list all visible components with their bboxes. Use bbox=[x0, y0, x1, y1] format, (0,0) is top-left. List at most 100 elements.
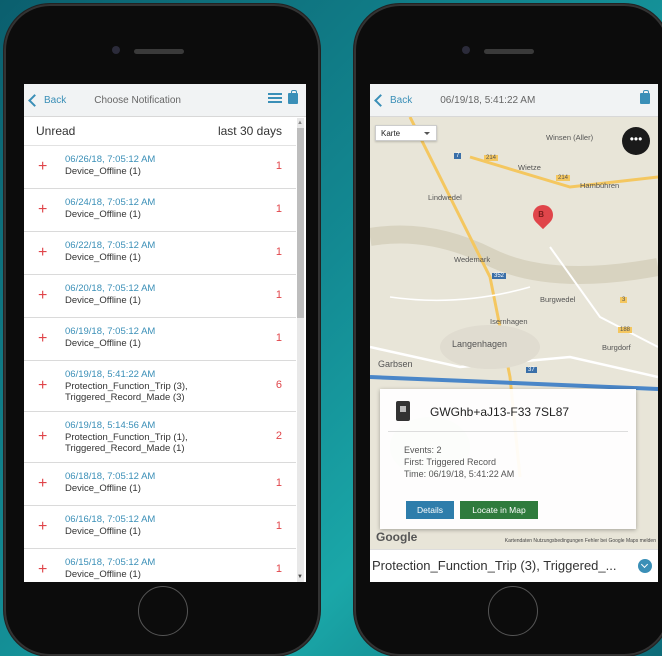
notification-row[interactable]: +06/26/18, 7:05:12 AM Device_Offline (1) 1 bbox=[24, 146, 296, 189]
notification-row[interactable]: +06/20/18, 7:05:12 AM Device_Offline (1) 1 bbox=[24, 275, 296, 318]
map-type-select[interactable]: Karte bbox=[375, 125, 437, 141]
notification-row[interactable]: +06/19/18, 5:14:56 AM Protection_Function… bbox=[24, 412, 296, 463]
road-badge: 188 bbox=[618, 327, 633, 333]
filter-icon[interactable] bbox=[268, 92, 282, 104]
map-label: Burgdorf bbox=[602, 343, 631, 352]
map-view[interactable]: Winsen (Aller) Wietze Hambühren Lindwede… bbox=[370, 117, 658, 582]
event-summary-bar[interactable]: Protection_Function_Trip (3), Triggered_… bbox=[370, 549, 658, 582]
notification-count: 1 bbox=[275, 332, 282, 344]
plus-icon[interactable]: + bbox=[38, 378, 47, 394]
notification-row[interactable]: +06/22/18, 7:05:12 AM Device_Offline (1) 1 bbox=[24, 232, 296, 275]
notification-date: 06/19/18, 5:14:56 AM bbox=[65, 420, 156, 431]
notification-row[interactable]: +06/18/18, 7:05:12 AM Device_Offline (1) 1 bbox=[24, 463, 296, 506]
back-button[interactable]: Back bbox=[374, 93, 413, 107]
map-label: Garbsen bbox=[378, 359, 413, 369]
expand-chevron-icon[interactable] bbox=[638, 559, 652, 573]
nav-bar: Back Choose Notification bbox=[24, 84, 306, 117]
plus-icon[interactable]: + bbox=[38, 331, 47, 347]
notification-date: 06/26/18, 7:05:12 AM bbox=[65, 154, 156, 165]
road-badge: 214 bbox=[484, 155, 499, 161]
notification-date: 06/19/18, 7:05:12 AM bbox=[65, 326, 156, 337]
scroll-down-arrow-icon[interactable]: ▼ bbox=[297, 574, 303, 580]
notification-description: Device_Offline (1) bbox=[65, 252, 141, 263]
scrollbar[interactable] bbox=[297, 118, 304, 582]
notification-date: 06/22/18, 7:05:12 AM bbox=[65, 240, 156, 251]
notification-date: 06/24/18, 7:05:12 AM bbox=[65, 197, 156, 208]
plus-icon[interactable]: + bbox=[38, 476, 47, 492]
right-phone: Back 06/19/18, 5:41:22 AM Winsen (Aller) bbox=[354, 4, 662, 656]
nav-bar: Back 06/19/18, 5:41:22 AM bbox=[370, 84, 658, 117]
events-text: Events: 2 bbox=[404, 445, 442, 455]
home-button[interactable] bbox=[138, 586, 188, 636]
bag-icon[interactable] bbox=[640, 90, 650, 104]
notification-count: 1 bbox=[275, 289, 282, 301]
notification-description: Protection_Function_Trip (3), Triggered_… bbox=[65, 381, 188, 403]
home-button[interactable] bbox=[488, 586, 538, 636]
speaker-icon bbox=[134, 49, 184, 54]
notification-count: 6 bbox=[275, 379, 282, 391]
notification-row[interactable]: +06/16/18, 7:05:12 AM Device_Offline (1) 1 bbox=[24, 506, 296, 549]
page-title: 06/19/18, 5:41:22 AM bbox=[440, 94, 536, 106]
map-label: Lindwedel bbox=[428, 193, 462, 202]
map-label: Wietze bbox=[518, 163, 541, 172]
speaker-icon bbox=[484, 49, 534, 54]
first-event-text: First: Triggered Record bbox=[404, 457, 497, 467]
plus-icon[interactable]: + bbox=[38, 429, 47, 445]
notification-description: Device_Offline (1) bbox=[65, 166, 141, 177]
plus-icon[interactable]: + bbox=[38, 245, 47, 261]
google-logo: Google bbox=[376, 530, 418, 544]
locate-in-map-button[interactable]: Locate in Map bbox=[460, 501, 538, 519]
notification-description: Protection_Function_Trip (1), Triggered_… bbox=[65, 432, 188, 454]
notification-screen: Back Choose Notification Unread last 30 … bbox=[24, 84, 306, 582]
plus-icon[interactable]: + bbox=[38, 159, 47, 175]
notification-row[interactable]: +06/24/18, 7:05:12 AM Device_Offline (1) 1 bbox=[24, 189, 296, 232]
notification-description: Device_Offline (1) bbox=[65, 569, 141, 580]
bag-icon[interactable] bbox=[288, 90, 298, 104]
back-button[interactable]: Back bbox=[28, 93, 67, 107]
scrollbar-thumb[interactable] bbox=[297, 128, 304, 318]
plus-icon[interactable]: + bbox=[38, 519, 47, 535]
scroll-up-arrow-icon[interactable]: ▲ bbox=[297, 120, 303, 126]
map-label: Hambühren bbox=[580, 181, 620, 190]
back-label: Back bbox=[390, 94, 413, 106]
road-badge: 37 bbox=[526, 367, 537, 373]
event-summary-text: Protection_Function_Trip (3), Triggered_… bbox=[372, 558, 617, 573]
notification-description: Device_Offline (1) bbox=[65, 483, 141, 494]
notification-date: 06/18/18, 7:05:12 AM bbox=[65, 471, 156, 482]
notification-row[interactable]: +06/19/18, 7:05:12 AM Device_Offline (1) 1 bbox=[24, 318, 296, 361]
notification-row[interactable]: +06/19/18, 5:41:22 AM Protection_Function… bbox=[24, 361, 296, 412]
device-icon bbox=[396, 401, 410, 421]
map-type-label: Karte bbox=[381, 128, 401, 138]
chevron-left-icon bbox=[28, 93, 41, 107]
map-screen: Back 06/19/18, 5:41:22 AM Winsen (Aller) bbox=[370, 84, 658, 582]
pin-label: B bbox=[538, 210, 545, 220]
map-label: Winsen (Aller) bbox=[546, 133, 594, 142]
map-attribution[interactable]: Kartendaten Nutzungsbedingungen Fehler b… bbox=[505, 538, 656, 544]
road-badge: 7 bbox=[454, 153, 462, 159]
notification-date: 06/19/18, 5:41:22 AM bbox=[65, 369, 156, 380]
camera-icon bbox=[462, 46, 470, 54]
notification-count: 1 bbox=[275, 563, 282, 575]
notification-date: 06/15/18, 7:05:12 AM bbox=[65, 557, 156, 568]
notification-date: 06/16/18, 7:05:12 AM bbox=[65, 514, 156, 525]
plus-icon[interactable]: + bbox=[38, 562, 47, 578]
left-phone: Back Choose Notification Unread last 30 … bbox=[4, 4, 320, 656]
plus-icon[interactable]: + bbox=[38, 202, 47, 218]
plus-icon[interactable]: + bbox=[38, 288, 47, 304]
notification-description: Device_Offline (1) bbox=[65, 526, 141, 537]
notification-count: 1 bbox=[275, 477, 282, 489]
notification-date: 06/20/18, 7:05:12 AM bbox=[65, 283, 156, 294]
notification-count: 2 bbox=[275, 430, 282, 442]
notification-count: 1 bbox=[275, 520, 282, 532]
notification-description: Device_Offline (1) bbox=[65, 209, 141, 220]
notification-row[interactable]: +06/15/18, 7:05:12 AM Device_Offline (1) 1 bbox=[24, 549, 296, 582]
camera-icon bbox=[112, 46, 120, 54]
dropdown-arrow-icon bbox=[424, 132, 430, 138]
date-range-selector[interactable]: last 30 days bbox=[218, 124, 282, 138]
map-label: Burgwedel bbox=[540, 295, 576, 304]
more-options-button[interactable]: ••• bbox=[622, 127, 650, 155]
notification-count: 1 bbox=[275, 246, 282, 258]
back-label: Back bbox=[44, 94, 67, 106]
details-button[interactable]: Details bbox=[406, 501, 454, 519]
notification-description: Device_Offline (1) bbox=[65, 295, 141, 306]
